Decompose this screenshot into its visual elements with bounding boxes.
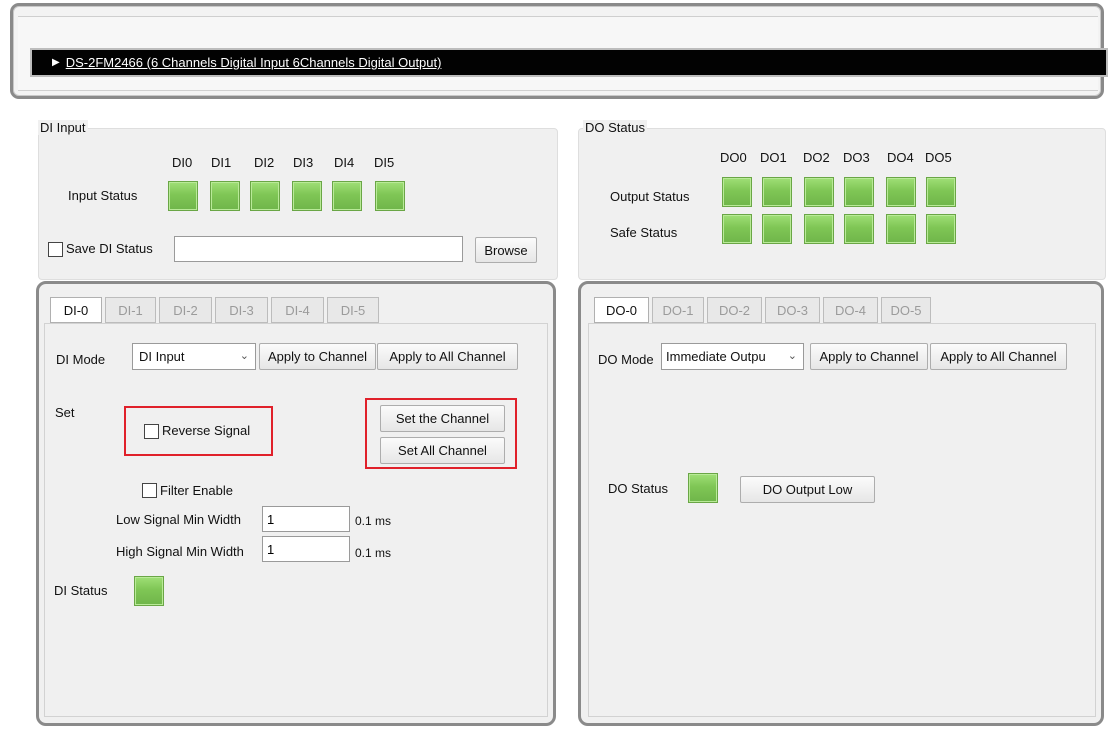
output-status-led-4 [886, 177, 916, 207]
tab-di-3[interactable]: DI-3 [215, 297, 268, 323]
low-signal-unit-label: 0.1 ms [355, 514, 392, 528]
output-status-led-5 [926, 177, 956, 207]
do-channel-header-1: DO1 [760, 150, 787, 165]
do-channel-header-2: DO2 [803, 150, 830, 165]
do-channel-header-3: DO3 [843, 150, 870, 165]
output-status-led-3 [844, 177, 874, 207]
safe-status-led-4 [886, 214, 916, 244]
do-tab-bar: DO-0 DO-1 DO-2 DO-3 DO-4 DO-5 [594, 297, 934, 323]
di-channel-header-0: DI0 [172, 155, 193, 170]
di-mode-label: DI Mode [56, 352, 106, 367]
tab-do-3[interactable]: DO-3 [765, 297, 820, 323]
filter-enable-label: Filter Enable [160, 483, 233, 498]
di-mode-value: DI Input [139, 349, 185, 364]
device-title[interactable]: DS-2FM2466 (6 Channels Digital Input 6Ch… [66, 55, 442, 70]
do-mode-select[interactable]: Immediate Outpu ⌄ [661, 343, 804, 370]
chevron-down-icon: ⌄ [239, 350, 249, 362]
di-status-label: DI Status [54, 583, 108, 598]
di-channel-header-5: DI5 [374, 155, 395, 170]
save-path-input[interactable] [174, 236, 463, 262]
safe-status-led-1 [762, 214, 792, 244]
tab-do-1[interactable]: DO-1 [652, 297, 704, 323]
input-status-led-1 [210, 181, 240, 211]
do-apply-all-channel-button[interactable]: Apply to All Channel [930, 343, 1067, 370]
do-channel-header-0: DO0 [720, 150, 747, 165]
do-status-label: DO Status [608, 481, 668, 496]
do-channel-header-4: DO4 [887, 150, 914, 165]
do-status-group-title: DO Status [583, 120, 647, 135]
output-status-led-2 [804, 177, 834, 207]
di-channel-header-1: DI1 [211, 155, 232, 170]
low-signal-min-width-label: Low Signal Min Width [116, 512, 241, 527]
output-status-led-1 [762, 177, 792, 207]
input-status-led-3 [292, 181, 322, 211]
chevron-down-icon: ⌄ [787, 350, 797, 362]
do-status-led [688, 473, 718, 503]
tab-do-4[interactable]: DO-4 [823, 297, 878, 323]
triangle-right-icon[interactable]: ▶ [52, 57, 60, 68]
high-signal-min-width-label: High Signal Min Width [116, 544, 244, 559]
di-tab-bar: DI-0 DI-1 DI-2 DI-3 DI-4 DI-5 [50, 297, 382, 323]
set-all-channel-button[interactable]: Set All Channel [380, 437, 505, 464]
safe-status-label: Safe Status [610, 225, 678, 240]
high-signal-unit-label: 0.1 ms [355, 546, 392, 560]
filter-enable-checkbox[interactable] [142, 483, 157, 498]
set-the-channel-button[interactable]: Set the Channel [380, 405, 505, 432]
do-apply-channel-button[interactable]: Apply to Channel [810, 343, 928, 370]
browse-button[interactable]: Browse [475, 237, 537, 263]
tab-do-5[interactable]: DO-5 [881, 297, 931, 323]
di-mode-select[interactable]: DI Input ⌄ [132, 343, 256, 370]
tab-di-2[interactable]: DI-2 [159, 297, 212, 323]
input-status-label: Input Status [68, 188, 138, 203]
safe-status-led-5 [926, 214, 956, 244]
di-status-led [134, 576, 164, 606]
tab-di-5[interactable]: DI-5 [327, 297, 379, 323]
di-apply-all-channel-button[interactable]: Apply to All Channel [377, 343, 518, 370]
do-channel-header-5: DO5 [925, 150, 952, 165]
reverse-signal-checkbox[interactable] [144, 424, 159, 439]
input-status-led-5 [375, 181, 405, 211]
safe-status-led-3 [844, 214, 874, 244]
tab-di-4[interactable]: DI-4 [271, 297, 324, 323]
high-signal-min-width-input[interactable] [262, 536, 350, 562]
tab-di-0[interactable]: DI-0 [50, 297, 102, 323]
save-di-status-label: Save DI Status [66, 241, 153, 256]
di-apply-channel-button[interactable]: Apply to Channel [259, 343, 376, 370]
di-channel-header-2: DI2 [254, 155, 275, 170]
input-status-led-0 [168, 181, 198, 211]
tab-do-0[interactable]: DO-0 [594, 297, 649, 323]
set-label: Set [55, 405, 75, 420]
output-status-label: Output Status [610, 189, 690, 204]
safe-status-led-2 [804, 214, 834, 244]
tab-di-1[interactable]: DI-1 [105, 297, 156, 323]
di-input-group-title: DI Input [38, 120, 88, 135]
di-channel-header-4: DI4 [334, 155, 355, 170]
input-status-led-2 [250, 181, 280, 211]
do-mode-value: Immediate Outpu [666, 349, 766, 364]
tab-do-2[interactable]: DO-2 [707, 297, 762, 323]
device-tree-item[interactable]: ▶ DS-2FM2466 (6 Channels Digital Input 6… [30, 48, 1108, 77]
do-tab-page [588, 323, 1096, 717]
output-status-led-0 [722, 177, 752, 207]
safe-status-led-0 [722, 214, 752, 244]
do-output-low-button[interactable]: DO Output Low [740, 476, 875, 503]
input-status-led-4 [332, 181, 362, 211]
do-status-group [578, 128, 1106, 280]
do-mode-label: DO Mode [598, 352, 654, 367]
low-signal-min-width-input[interactable] [262, 506, 350, 532]
reverse-signal-label: Reverse Signal [162, 423, 251, 438]
di-channel-header-3: DI3 [293, 155, 314, 170]
save-di-status-checkbox[interactable] [48, 242, 63, 257]
